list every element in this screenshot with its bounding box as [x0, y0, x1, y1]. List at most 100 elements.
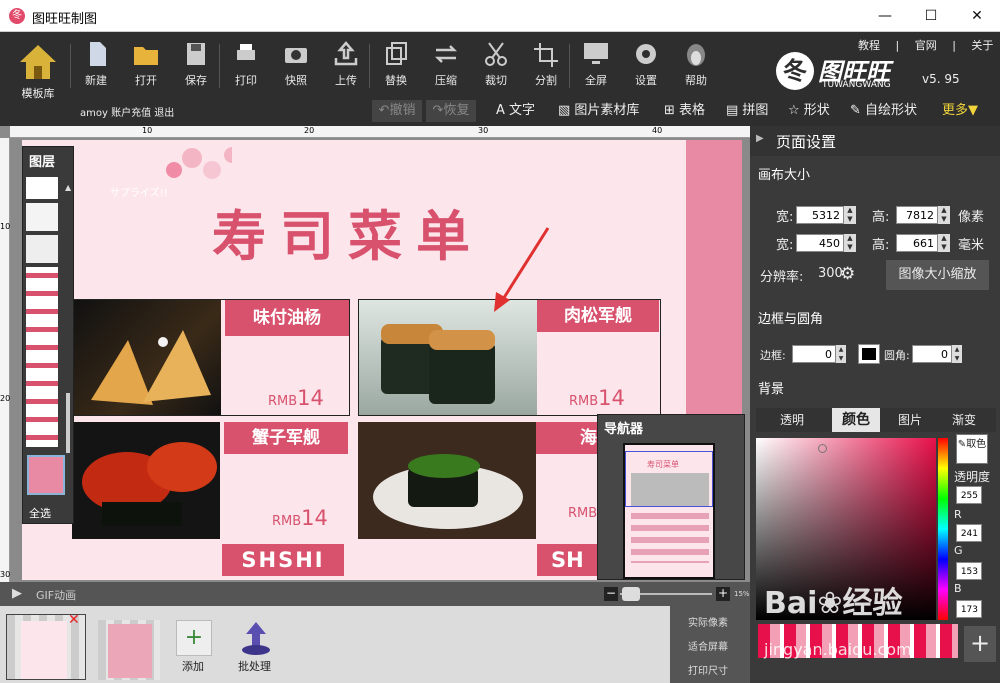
new-file-icon	[90, 42, 106, 66]
menu-card[interactable]: 肉松军舰 RMB14	[358, 299, 661, 416]
food-photo	[72, 422, 220, 539]
undo-button[interactable]: ↶撤销	[372, 100, 422, 122]
pixel-width-stepper[interactable]: ▲ ▼	[844, 206, 856, 224]
radius-stepper[interactable]: ▲ ▼	[952, 345, 962, 363]
fit-screen-button[interactable]: 适合屏幕	[688, 638, 728, 653]
print-button[interactable]: 打印	[224, 40, 268, 92]
open-button[interactable]: 打开	[124, 40, 168, 92]
zoom-in-button[interactable]: +	[716, 587, 730, 601]
batch-process-label[interactable]: 批处理	[238, 658, 271, 674]
r-input[interactable]: 241	[956, 524, 982, 542]
selected-layer-thumb[interactable]	[27, 455, 65, 495]
border-stepper[interactable]: ▲ ▼	[836, 345, 846, 363]
scissors-icon	[485, 42, 507, 66]
upload-button[interactable]: 上传	[324, 40, 368, 92]
layer-list	[26, 177, 58, 449]
mm-width-stepper[interactable]: ▲ ▼	[844, 234, 856, 252]
collage-tool[interactable]: ▤ 拼图	[726, 100, 768, 122]
compress-button[interactable]: 压缩	[424, 40, 468, 92]
radius-input[interactable]: 0	[912, 345, 952, 363]
mm-unit-label: 毫米	[958, 238, 985, 253]
add-document-icon[interactable]: +	[176, 620, 212, 656]
play-icon[interactable]: ▶	[12, 586, 22, 601]
print-size-button[interactable]: 打印尺寸	[688, 662, 728, 677]
add-document-label[interactable]: 添加	[182, 658, 204, 674]
more-button[interactable]: 更多▼	[942, 100, 978, 122]
about-link[interactable]: 关于	[971, 39, 993, 52]
zoom-out-button[interactable]: −	[604, 587, 618, 601]
pixel-width-input[interactable]: 5312	[796, 206, 844, 224]
pixel-height-input[interactable]: 7812	[896, 206, 938, 224]
food-photo	[73, 300, 221, 415]
help-button[interactable]: 帮助	[674, 40, 718, 92]
maximize-button[interactable]: ☐	[908, 0, 954, 32]
zoom-slider-handle[interactable]	[622, 587, 640, 601]
snapshot-button[interactable]: 快照	[274, 40, 318, 92]
tab-image[interactable]: 图片	[898, 411, 922, 428]
resize-image-button[interactable]: 图像大小缩放	[886, 260, 989, 290]
new-button[interactable]: 新建	[74, 40, 118, 92]
navigator-viewport[interactable]	[625, 451, 713, 507]
canvas-size-title: 画布大小	[758, 168, 811, 183]
website-link[interactable]: 官网	[915, 39, 937, 52]
menu-card[interactable]: 味付油杨 RMB14	[72, 299, 350, 416]
crop-button[interactable]: 裁切	[474, 40, 518, 92]
gif-label[interactable]: GIF动画	[36, 587, 76, 603]
image-library-tool[interactable]: ▧ 图片素材库	[558, 100, 639, 122]
scroll-up-icon[interactable]: ▲	[65, 183, 71, 192]
mm-height-stepper[interactable]: ▲ ▼	[938, 234, 950, 252]
fullscreen-button[interactable]: 全屏	[574, 40, 618, 92]
menu-card[interactable]: 蟹子军舰 RMB14	[72, 422, 350, 539]
mm-height-input[interactable]: 661	[896, 234, 938, 252]
pixel-height-stepper[interactable]: ▲ ▼	[938, 206, 950, 224]
brand-subtitle: TUWANGWANG	[822, 80, 891, 90]
settings-button[interactable]: 设置	[624, 40, 668, 92]
layer-thumb-stack[interactable]	[26, 267, 58, 447]
text-tool[interactable]: A 文字	[496, 100, 535, 122]
close-doc-icon[interactable]: ✕	[68, 612, 80, 628]
collapse-arrow-icon[interactable]: ▶	[756, 133, 764, 144]
tab-gradient[interactable]: 渐变	[952, 411, 976, 428]
batch-process-icon[interactable]	[238, 620, 274, 656]
table-tool[interactable]: ⊞ 表格	[664, 100, 705, 122]
custom-shape-tool[interactable]: ✎ 自绘形状	[850, 100, 917, 122]
border-color-swatch[interactable]	[858, 344, 880, 364]
layers-scrollbar[interactable]	[66, 393, 70, 453]
navigator-thumbnail[interactable]: 寿司菜单	[623, 443, 715, 579]
eyedropper-button[interactable]: ✎取色	[956, 434, 988, 464]
add-swatch-button[interactable]: +	[964, 626, 996, 662]
tutorial-link[interactable]: 教程	[858, 39, 880, 52]
g-input[interactable]: 153	[956, 562, 982, 580]
color-picker-cursor[interactable]	[818, 444, 827, 453]
b-input[interactable]: 173	[956, 600, 982, 618]
split-button[interactable]: 分割	[524, 40, 568, 92]
document-thumb[interactable]	[98, 620, 160, 680]
select-all-button[interactable]: 全选	[29, 505, 51, 521]
tab-transparent[interactable]: 透明	[780, 411, 804, 428]
close-button[interactable]: ✕	[954, 0, 1000, 32]
ruler-tick: 20	[0, 394, 11, 403]
collage-icon: ▤	[726, 103, 743, 118]
layer-thumb[interactable]	[26, 177, 58, 199]
opacity-label: 透明度	[954, 470, 991, 484]
split-label: 分割	[535, 74, 557, 87]
mm-width-input[interactable]: 450	[796, 234, 844, 252]
account-bar[interactable]: amoy 账户充值 退出	[80, 104, 174, 119]
poster-title[interactable]: 寿司菜单	[212, 192, 484, 271]
border-input[interactable]: 0	[792, 345, 836, 363]
height-label: 高:	[872, 238, 890, 253]
hue-slider[interactable]	[938, 438, 948, 620]
layer-thumb[interactable]	[26, 203, 58, 231]
minimize-button[interactable]: —	[862, 0, 908, 32]
shape-tool[interactable]: ☆ 形状	[788, 100, 830, 122]
save-button[interactable]: 保存	[174, 40, 218, 92]
split-icon	[534, 43, 558, 67]
redo-button[interactable]: ↷恢复	[426, 100, 476, 122]
layer-thumb[interactable]	[26, 235, 58, 263]
opacity-input[interactable]: 255	[956, 486, 982, 504]
replace-button[interactable]: 替换	[374, 40, 418, 92]
actual-pixels-button[interactable]: 实际像素	[688, 614, 728, 629]
tab-color[interactable]: 颜色	[832, 408, 880, 432]
resolution-gear-icon[interactable]: ⚙	[840, 264, 855, 284]
template-library-button[interactable]: 模板库	[10, 42, 66, 108]
